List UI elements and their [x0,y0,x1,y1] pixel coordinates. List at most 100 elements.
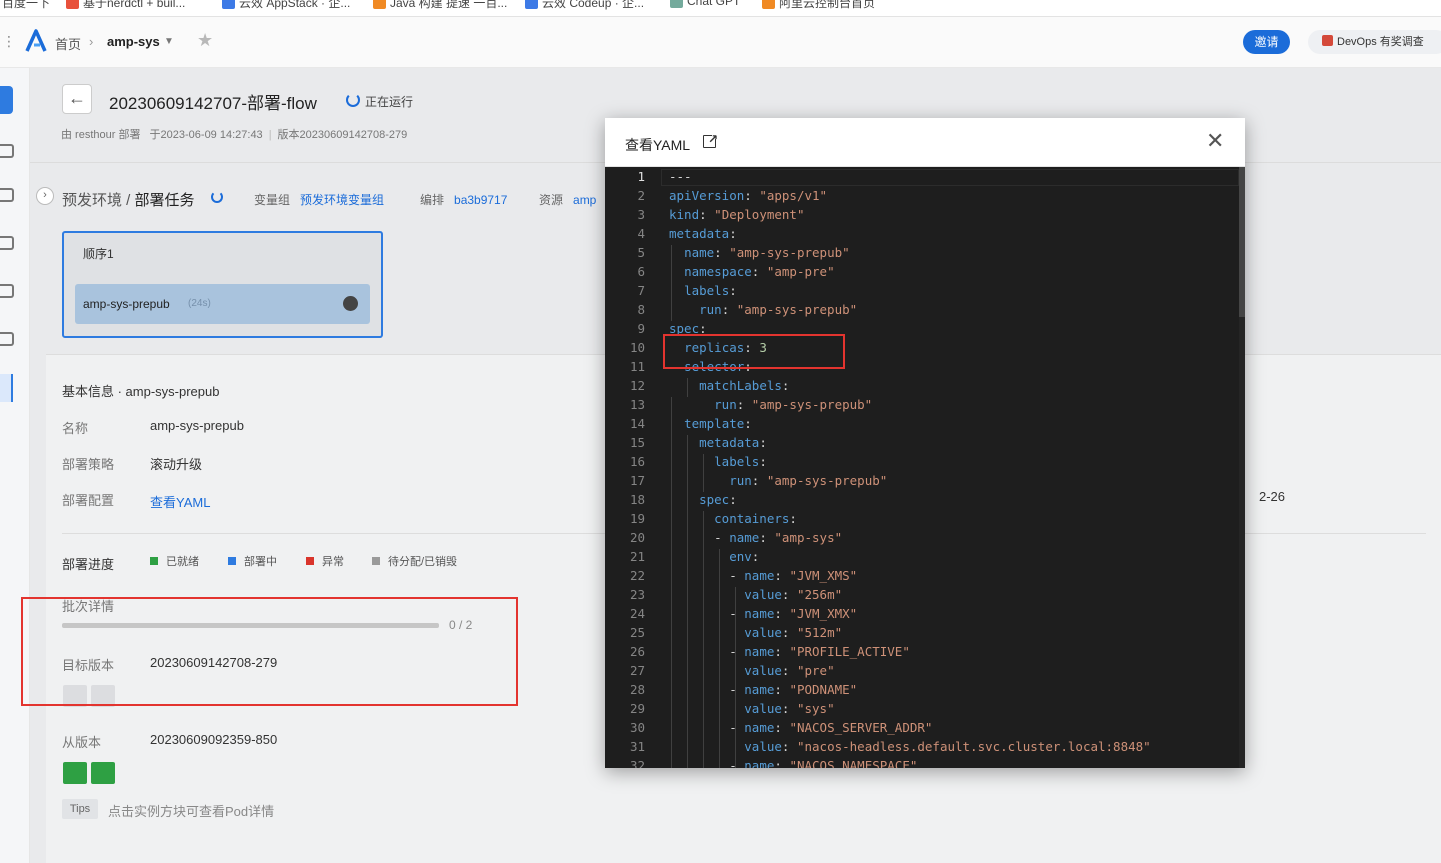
from-version-value: 20230609092359-850 [150,732,278,747]
orchestration-link[interactable]: ba3b9717 [454,193,507,207]
favorite-star-icon[interactable]: ★ [197,30,213,51]
line-number: 11 [629,359,645,374]
line-number: 16 [629,454,645,469]
bookmark-favicon-icon [525,0,538,9]
devops-survey-button[interactable]: DevOps 有奖调查 [1308,30,1441,54]
bookmark-baidu[interactable]: 百度一下 [2,0,50,11]
rail-item-env-icon[interactable] [0,236,14,250]
rail-item-branch-icon[interactable] [0,188,14,202]
line-number: 24 [629,606,645,621]
yaml-line: - name: "PODNAME" [669,682,858,697]
yaml-line: labels: [714,454,767,469]
progress-title: 部署进度 [62,557,115,572]
breadcrumb-app[interactable]: amp-sys [107,34,160,49]
close-icon[interactable]: ✕ [1206,128,1224,154]
gift-icon [1322,35,1333,46]
yaml-line: value: "pre" [744,663,835,678]
line-number: 8 [637,302,645,317]
rail-item-deploy-selected[interactable] [0,374,13,402]
rail-item-app-active[interactable] [0,86,13,114]
rail-item-lock-icon[interactable] [0,332,14,346]
stage-running-spinner-icon [211,191,223,203]
line-number: 9 [637,321,645,336]
yaml-line: - name: "amp-sys" [669,530,843,545]
line-number: 22 [629,568,645,583]
line-number: 14 [629,416,645,431]
yaml-line: run: "amp-sys-prepub" [699,302,858,317]
yaml-line: value: "512m" [744,625,843,640]
yaml-line: matchLabels: [699,378,790,393]
yaml-line: template: [684,416,752,431]
bookmark-appstack[interactable]: 云效 AppStack · 企... [222,0,350,11]
sequence-title: 顺序1 [83,247,114,261]
line-number: 7 [637,283,645,298]
rail-item-doc-icon[interactable] [0,284,14,298]
clock-icon [343,296,358,311]
yaml-line: metadata: [669,226,737,241]
expand-chevron-right-icon[interactable]: › [36,187,54,205]
bookmark-favicon-icon [222,0,235,9]
legend-error: 异常 [306,553,344,569]
stage-resource: 资源 amp [539,193,597,207]
modal-header: 查看YAML ↗ ✕ [605,118,1245,167]
line-number: 32 [629,758,645,768]
app-switch-chevron-down-icon[interactable]: ▼ [164,36,174,47]
running-spinner-icon [346,93,360,107]
run-status: 正在运行 [365,95,414,109]
resource-link[interactable]: amp [573,193,596,207]
line-number: 27 [629,663,645,678]
line-number: 25 [629,625,645,640]
yaml-line: env: [729,549,760,564]
vargroup-link[interactable]: 预发环境变量组 [300,193,384,207]
date-partial: 2-26 [1259,489,1286,504]
line-number: 5 [637,245,645,260]
bookmark-java-build[interactable]: Java 构建 提速 一百... [373,0,507,11]
breadcrumb-home[interactable]: 首页 [55,34,81,53]
yaml-editor[interactable]: 1 --- 2 apiVersion: "apps/v1" 3 kind: "Deploy… [605,167,1245,768]
legend-pending: 待分配/已销毁 [372,553,457,569]
apps-menu-icon[interactable]: ⋮ [2,33,16,50]
stage-vargroup: 变量组 预发环境变量组 [254,193,385,207]
from-pod-instance[interactable] [63,762,87,784]
name-value: amp-sys-prepub [150,418,244,433]
yaml-line: spec: [699,492,737,507]
bookmark-favicon-icon [762,0,775,9]
yaml-line: kind: "Deployment" [669,207,805,222]
line-number: 13 [629,397,645,412]
bookmark-favicon-icon [66,0,79,9]
yaml-line: - name: "JVM_XMS" [669,568,858,583]
line-number: 20 [629,530,645,545]
line-number: 30 [629,720,645,735]
line-number: 29 [629,701,645,716]
strategy-label: 部署策略 [62,457,115,472]
back-arrow-button[interactable]: ← [62,84,92,114]
yaml-line: - name: "PROFILE_ACTIVE" [669,644,910,659]
left-nav-rail [0,68,30,863]
rail-item-edit-icon[interactable] [0,144,14,158]
view-yaml-link[interactable]: 查看YAML [150,492,210,511]
line-number: 21 [629,549,645,564]
yaml-line: metadata: [699,435,767,450]
bookmark-chatgpt[interactable]: Chat GPT [670,0,740,8]
bookmark-aliyun-console[interactable]: 阿里云控制台首页 [762,0,875,11]
line-number: 23 [629,587,645,602]
editor-scrollbar-thumb[interactable] [1239,167,1245,317]
deploy-task-card[interactable]: amp-sys-prepub (24s) [75,284,370,324]
line-number: 10 [629,340,645,355]
bookmark-favicon-icon [373,0,386,9]
strategy-value: 滚动升级 [150,457,203,472]
invite-button[interactable]: 邀请 [1243,30,1290,54]
legend-swatch [228,557,236,565]
yaml-modal: 查看YAML ↗ ✕ 1 --- 2 apiVersion: "apps/v1" 3 ki… [605,118,1245,768]
bookmark-nerdctl[interactable]: 基于nerdctl + buil... [66,0,185,11]
line-number: 2 [637,188,645,203]
line-number: 6 [637,264,645,279]
line-number: 4 [637,226,645,241]
run-meta: 由 resthour 部署 于2023-06-09 14:27:43 | 版本202… [61,129,408,141]
bookmark-codeup[interactable]: 云效 Codeup · 企... [525,0,644,11]
legend-ready: 已就绪 [150,553,199,569]
appstack-logo-icon[interactable] [25,29,47,53]
from-pod-instance[interactable] [91,762,115,784]
config-label: 部署配置 [62,493,115,508]
current-line-highlight [661,169,1239,186]
